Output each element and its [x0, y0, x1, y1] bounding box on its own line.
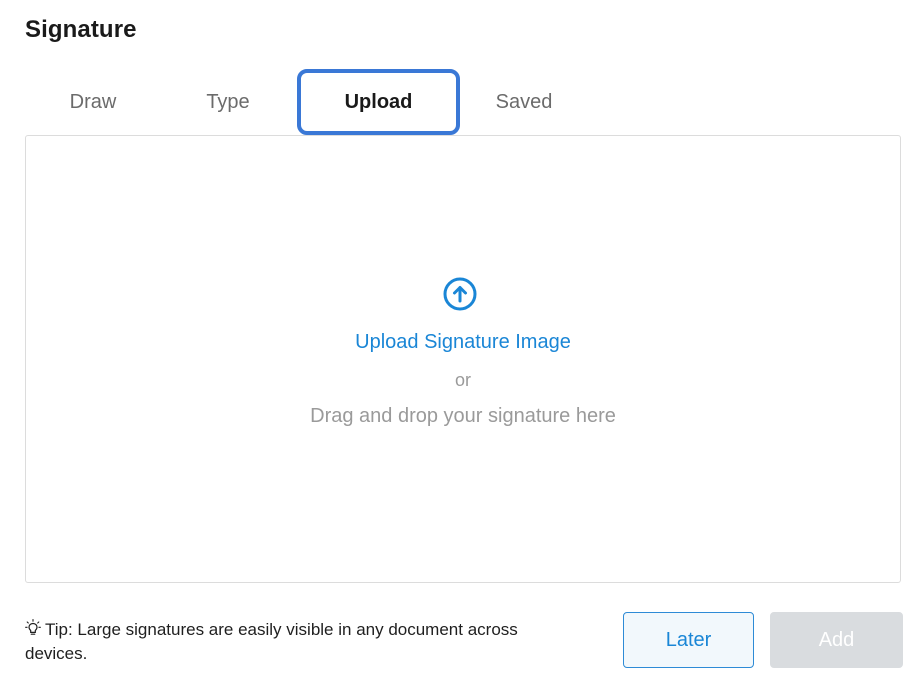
upload-signature-image-link[interactable]: Upload Signature Image	[25, 331, 901, 354]
tip-message: Tip: Large signatures are easily visible…	[25, 618, 565, 666]
later-button[interactable]: Later	[623, 612, 754, 668]
upload-arrow-circle-icon[interactable]	[442, 276, 478, 312]
drag-drop-hint: Drag and drop your signature here	[310, 405, 616, 427]
lightbulb-icon	[25, 619, 41, 635]
or-separator: or	[454, 370, 471, 390]
upload-drop-zone[interactable]	[25, 135, 901, 583]
tip-text: Tip: Large signatures are easily visible…	[25, 620, 518, 663]
signature-tabs: Draw Type Upload Saved	[25, 69, 903, 136]
tab-draw[interactable]: Draw	[25, 70, 161, 134]
add-button[interactable]: Add	[770, 612, 903, 668]
dialog-title: Signature	[25, 16, 137, 43]
tab-saved[interactable]: Saved	[459, 70, 589, 134]
tab-upload[interactable]: Upload	[297, 69, 460, 135]
tab-type[interactable]: Type	[161, 70, 295, 134]
